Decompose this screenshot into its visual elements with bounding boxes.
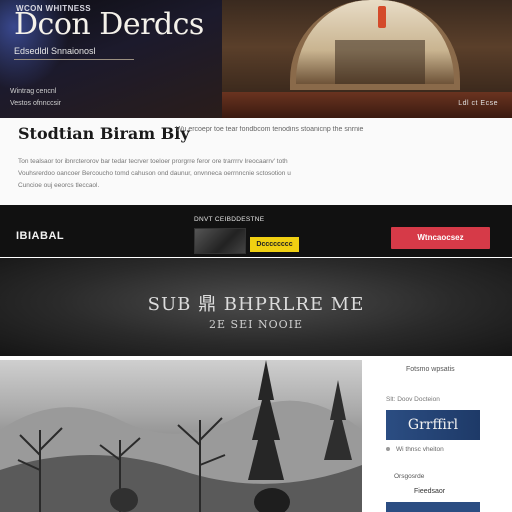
article-body: Ton tealsaor tor ibnrcterorov bar tedar … [18, 156, 398, 192]
landscape-illustration [0, 360, 362, 512]
sidebar-brand-ad[interactable]: Grrffirl [386, 410, 480, 440]
band-logo[interactable]: IBIABAL [16, 230, 64, 242]
article-title[interactable]: Stodtian Biram Bly [18, 124, 190, 143]
hero-meta-line-2: Vestos ofnnccsir [10, 100, 61, 107]
sidebar-label: Fieedsaor [414, 488, 446, 495]
article-body-line-1: Ton tealsaor tor ibnrcterorov bar tedar … [18, 158, 288, 165]
article-body-line-2: Vouhsrerdoo oancoer Bercoucho tomd cahus… [18, 170, 291, 177]
figure-silhouette-left [110, 488, 138, 512]
hero-corner-link[interactable]: Ldl ct Ecse [458, 100, 498, 107]
band-cta-button[interactable]: Wtncaocsez [391, 227, 490, 249]
feature-subtitle: 2E SEI NOOIE [209, 318, 303, 331]
bullet-dot-icon [386, 447, 390, 452]
article-tagline: Wu ercoepr toe tear fondbcom tenodins st… [176, 126, 364, 133]
landscape-photo[interactable] [0, 360, 362, 512]
sidebar-thumbnail[interactable] [386, 502, 480, 512]
band-thumbnail[interactable] [194, 228, 246, 254]
feature-title: SUB 鼎 BHPRLRE ME [147, 294, 365, 315]
hero-banner: WCON WHITNESS Dcon Derdcs Edsedldl Snnai… [0, 0, 512, 118]
article-header: Stodtian Biram Bly Wu ercoepr toe tear f… [0, 118, 512, 210]
hero-divider [14, 59, 134, 60]
hero-meta: Wintrag cencnl Vestos ofnnccsir [10, 86, 61, 110]
sidebar-row-label: Wi thnsc vheiton [396, 446, 444, 453]
article-body-line-3: Cuncioe ouj eeorcs tleccaol. [18, 182, 100, 189]
hero-title[interactable]: Dcon Derdcs [14, 6, 204, 44]
sidebar-line: Slt: Doov Docteion [386, 396, 440, 403]
hanging-lamp [378, 6, 386, 28]
band-caption: DNVT CEIBDDESTNE [194, 216, 265, 223]
hero-meta-line-1: Wintrag cencnl [10, 88, 57, 95]
band-badge[interactable]: Dcccccccc [250, 237, 299, 252]
sidebar-row[interactable]: Wi thnsc vheiton [386, 446, 444, 453]
hero-subtitle: Edsedldl Snnaionosl [14, 46, 96, 56]
sidebar-link[interactable]: Orsgosrde [394, 473, 424, 480]
sidebar-heading: Fotsmo wpsatis [406, 366, 455, 373]
stage-arch-shadow [335, 40, 425, 84]
